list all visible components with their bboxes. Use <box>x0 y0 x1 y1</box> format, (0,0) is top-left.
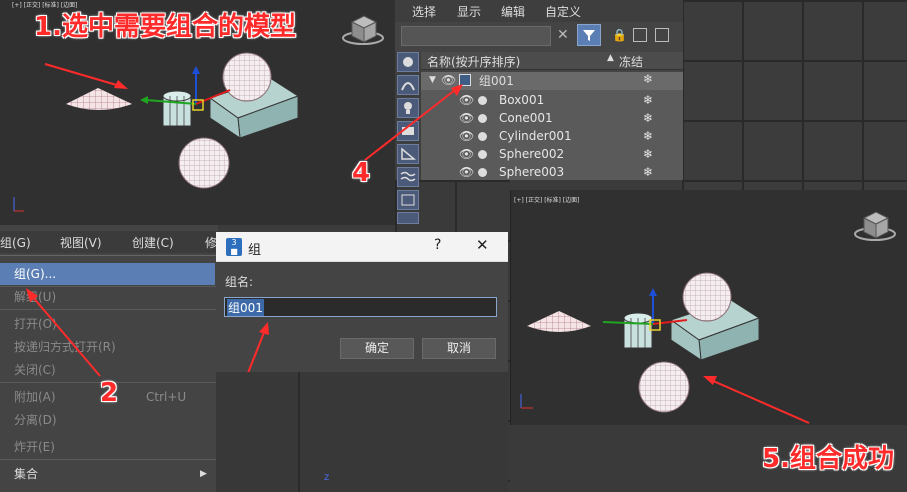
object-icon <box>478 168 487 177</box>
axis-tripod-icon <box>13 197 24 212</box>
menu-edit[interactable]: 编辑 <box>501 3 525 20</box>
object-icon <box>478 150 487 159</box>
viewport-lower-middle[interactable]: z <box>216 372 508 492</box>
app-icon: 3 ■ <box>226 238 242 256</box>
axis-tripod-icon <box>520 394 533 409</box>
freeze-icon[interactable]: ❄ <box>643 91 653 109</box>
viewcube-icon <box>854 211 896 241</box>
object-name: Sphere002 <box>499 147 565 161</box>
explorer-menubar: 选择 显示 编辑 自定义 <box>395 0 683 22</box>
display-geometry-icon[interactable] <box>397 52 419 72</box>
step2-annotation: 2 <box>100 378 119 408</box>
sort-asc-icon: ▲ <box>607 53 614 63</box>
object-name: Sphere003 <box>499 165 565 179</box>
menu-group[interactable]: 组(G) <box>0 234 31 251</box>
freeze-icon[interactable]: ❄ <box>643 72 653 86</box>
axis-z-icon: z <box>324 472 330 483</box>
explorer-search-input[interactable] <box>401 26 551 46</box>
object-name: Cylinder001 <box>499 129 572 143</box>
viewport-bottom[interactable]: [+] [正交] [标准] [边面] <box>510 190 907 425</box>
menu-divider <box>0 255 218 256</box>
freeze-icon[interactable]: ❄ <box>643 127 653 145</box>
main-menubar: 组(G) 视图(V) 创建(C) 修 <box>0 231 218 253</box>
object-icon <box>478 96 487 105</box>
group-name-label: 组名: <box>225 275 254 289</box>
cancel-button[interactable]: 取消 <box>422 338 496 359</box>
menu-display[interactable]: 显示 <box>457 3 481 20</box>
cylinder-object <box>162 90 192 130</box>
sphere-object-1 <box>682 272 732 322</box>
menu-item-label: 分离(D) <box>14 413 57 427</box>
freeze-icon[interactable]: ❄ <box>643 109 653 127</box>
layer-icon[interactable] <box>655 28 669 42</box>
column-freeze-header[interactable]: 冻结 <box>619 53 643 70</box>
object-name: Box001 <box>499 93 545 107</box>
step1-annotation: 1.选中需要组合的模型 <box>34 12 296 42</box>
menu-separator <box>0 459 218 460</box>
dialog-titlebar: 3 ■ 组 ? ✕ <box>216 232 508 262</box>
submenu-arrow-icon: ▶ <box>200 469 207 479</box>
menu-customize[interactable]: 自定义 <box>545 3 581 20</box>
menu-create[interactable]: 创建(C) <box>132 234 174 251</box>
background-viewport-right <box>682 0 907 190</box>
object-name: Cone001 <box>499 111 553 125</box>
dialog-title: 组 <box>248 243 262 258</box>
object-icon <box>478 132 487 141</box>
menu-item-shortcut: Ctrl+U <box>146 390 187 404</box>
group-menu-item[interactable]: 集合 ▶ <box>0 463 215 485</box>
arrow-step2 <box>26 288 101 377</box>
scene-bottom <box>520 211 896 424</box>
arrow-step4 <box>364 84 463 161</box>
ok-button[interactable]: 确定 <box>340 338 414 359</box>
cone-object <box>66 88 132 110</box>
group-menu-item[interactable]: 炸开(E) <box>0 436 215 458</box>
clear-icon[interactable]: ✕ <box>557 27 569 43</box>
viewport-top[interactable]: [+] [正交] [标准] [边面] 1.选中需要组合的模型 <box>0 0 395 225</box>
menu-item-label: 集合 <box>14 467 39 481</box>
explorer-header: 名称(按升序排序) ▲ 冻结 <box>421 52 683 70</box>
display-groups-icon[interactable] <box>397 190 419 210</box>
freeze-icon[interactable]: ❄ <box>643 163 653 181</box>
viewport-divider <box>298 372 300 492</box>
hierarchy-icon[interactable] <box>633 28 647 42</box>
viewport-label[interactable]: [+] [正交] [标准] [边面] <box>514 195 579 204</box>
filter-icon[interactable] <box>577 24 601 46</box>
menu-item-label: 组(G)... <box>14 267 57 281</box>
step5-annotation: 5.组合成功 <box>762 444 894 474</box>
viewcube-icon <box>342 15 384 45</box>
sphere-object-2 <box>178 137 230 189</box>
cone-object <box>527 311 591 332</box>
display-xrefs-icon[interactable] <box>397 212 419 224</box>
close-button[interactable]: ✕ <box>476 236 489 254</box>
help-button[interactable]: ? <box>434 237 441 253</box>
menu-item-label: 附加(A) <box>14 390 56 404</box>
object-icon <box>478 114 487 123</box>
sphere-object-2 <box>638 361 690 413</box>
column-name-header[interactable]: 名称(按升序排序) <box>427 53 520 70</box>
menu-view[interactable]: 视图(V) <box>60 234 102 251</box>
sphere-object-1 <box>222 52 272 102</box>
cylinder-object <box>623 312 653 352</box>
group-menu-item[interactable]: 分离(D) <box>0 409 215 431</box>
menu-item-label: 炸开(E) <box>14 440 55 454</box>
lock-icon[interactable]: 🔒 <box>612 28 627 42</box>
step4-annotation: 4 <box>352 158 371 188</box>
menu-select[interactable]: 选择 <box>412 3 436 20</box>
group-name: 组001 <box>479 74 514 88</box>
freeze-icon[interactable]: ❄ <box>643 145 653 163</box>
